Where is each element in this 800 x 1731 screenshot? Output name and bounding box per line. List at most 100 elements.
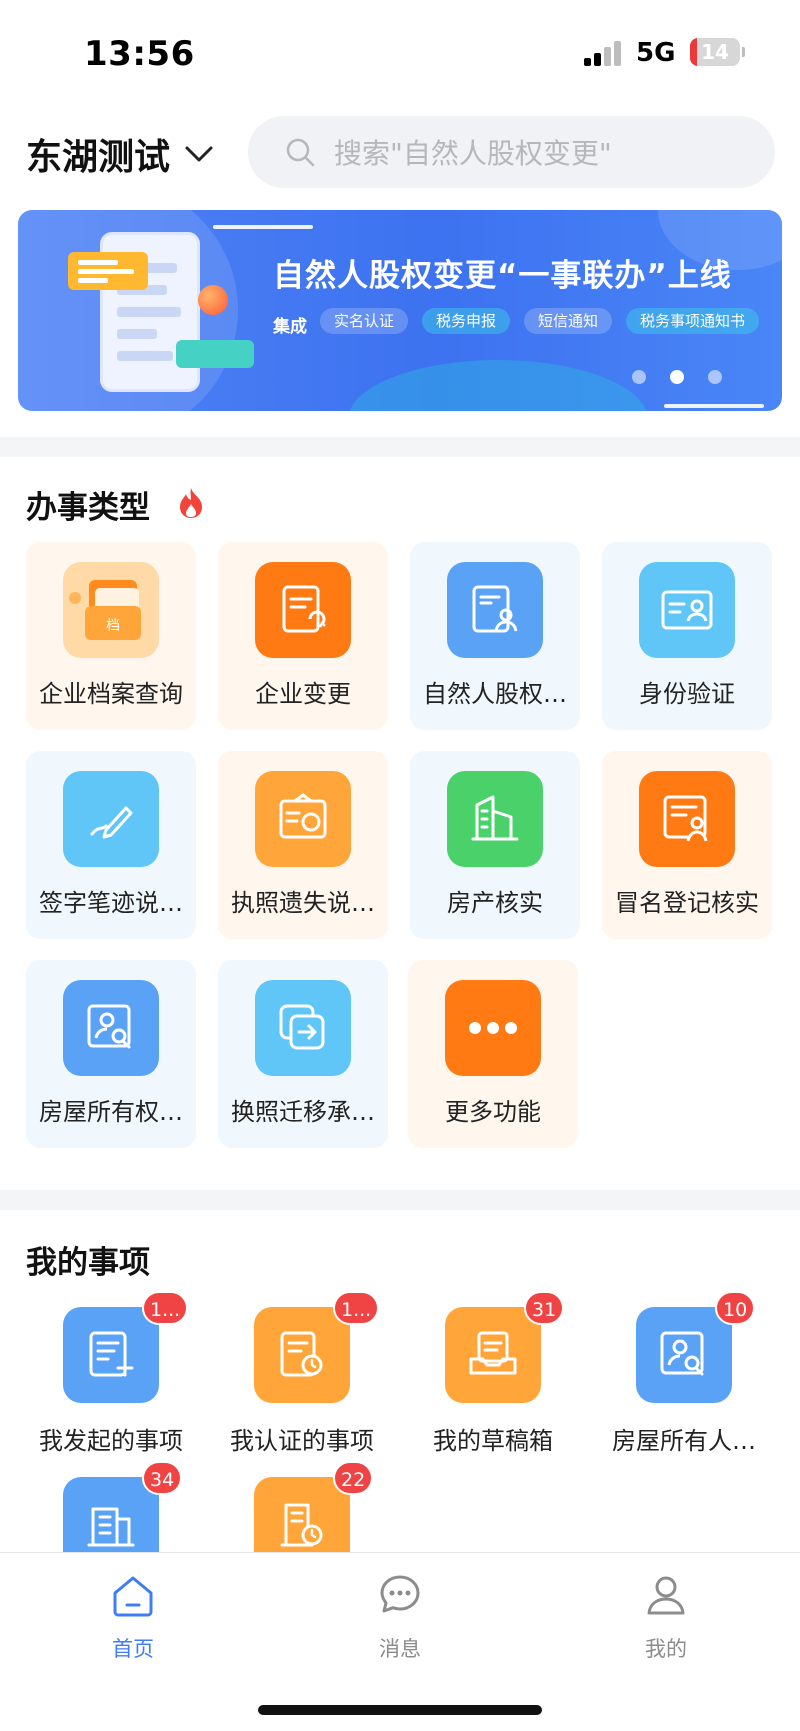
count-badge: 1... — [333, 1291, 380, 1325]
tab-label: 我的 — [645, 1637, 687, 1661]
document-add-icon — [63, 1307, 159, 1403]
my-item-initiated[interactable]: 1... 我发起的事项 — [16, 1291, 206, 1457]
count-badge: 31 — [524, 1291, 565, 1325]
tab-home[interactable]: 首页 — [63, 1571, 203, 1663]
more-functions-tile[interactable]: 更多功能 — [408, 960, 578, 1148]
carousel-dot-active[interactable] — [670, 370, 684, 384]
message-icon — [380, 1575, 420, 1613]
service-label: 身份验证 — [639, 680, 735, 708]
signature-pen-icon — [63, 771, 159, 867]
search-placeholder: 搜索"自然人股权变更" — [334, 137, 612, 170]
person-search-icon — [636, 1307, 732, 1403]
list-card-illustration — [68, 252, 148, 290]
carousel-dot[interactable] — [632, 370, 646, 384]
banner-prefix: 集成 — [273, 317, 307, 337]
tab-label: 首页 — [112, 1637, 154, 1661]
promo-banner[interactable]: 自然人股权变更“一事联办”上线 集成 实名认证 税务申报 短信通知 税务事项通知… — [18, 210, 782, 411]
service-label: 房屋所有权… — [39, 1098, 183, 1126]
service-tile[interactable]: 换照迁移承… — [218, 960, 388, 1148]
service-label: 自然人股权… — [423, 680, 567, 708]
my-item-label: 我发起的事项 — [39, 1427, 183, 1455]
home-indicator — [258, 1705, 542, 1715]
fire-icon — [180, 488, 202, 518]
license-stamp-icon — [255, 771, 351, 867]
document-refresh-icon — [255, 562, 351, 658]
status-time: 13:56 — [84, 34, 195, 74]
my-item-label: 房屋所有人… — [612, 1427, 756, 1455]
service-label: 更多功能 — [445, 1098, 541, 1126]
banner-tag: 税务事项通知书 — [626, 308, 760, 334]
count-badge: 1... — [142, 1291, 189, 1325]
service-label: 执照遗失说… — [231, 889, 375, 917]
document-person-icon — [447, 562, 543, 658]
chevron-down-icon — [185, 146, 213, 162]
service-tile[interactable]: 企业变更 — [218, 542, 388, 730]
section-divider — [0, 1190, 800, 1210]
service-tile[interactable]: 身份验证 — [602, 542, 772, 730]
battery-level: 14 — [701, 40, 729, 64]
search-bar[interactable]: 搜索"自然人股权变更" — [248, 116, 775, 188]
city-selector[interactable]: 东湖测试 — [26, 128, 214, 180]
banner-tags: 实名认证 税务申报 短信通知 税务事项通知书 — [320, 308, 773, 334]
id-card-icon — [639, 562, 735, 658]
service-tile[interactable]: 档 企业档案查询 — [26, 542, 196, 730]
banner-decoration — [348, 360, 648, 411]
banner-title: 自然人股权变更“一事联办”上线 — [273, 258, 732, 294]
banner-tag: 实名认证 — [320, 308, 409, 334]
building-icon — [447, 771, 543, 867]
service-tile[interactable]: 执照遗失说… — [218, 751, 388, 939]
my-item-label: 我认证的事项 — [230, 1427, 374, 1455]
service-tile[interactable]: 冒名登记核实 — [602, 751, 772, 939]
my-item-house-owner[interactable]: 10 房屋所有人… — [589, 1291, 779, 1457]
my-item-certified[interactable]: 1... 我认证的事项 — [207, 1291, 397, 1457]
service-tile[interactable]: 房产核实 — [410, 751, 580, 939]
section-title-services: 办事类型 — [26, 490, 150, 526]
archive-icon: 档 — [63, 562, 159, 658]
service-label: 企业档案查询 — [39, 680, 183, 708]
service-tile[interactable]: 自然人股权… — [410, 542, 580, 730]
battery-icon: 14 — [690, 38, 740, 66]
service-tile[interactable]: 签字笔迹说… — [26, 751, 196, 939]
svg-text:档: 档 — [106, 618, 120, 634]
status-bar: 13:56 5G 14 — [0, 0, 800, 100]
service-label: 冒名登记核实 — [615, 889, 759, 917]
service-label: 企业变更 — [255, 680, 351, 708]
toggle-card-illustration — [176, 340, 254, 368]
section-divider — [0, 437, 800, 457]
more-dots-icon — [445, 980, 541, 1076]
count-badge: 10 — [715, 1291, 756, 1325]
carousel-dots — [632, 370, 746, 384]
orb-illustration — [198, 285, 228, 315]
count-badge: 34 — [142, 1461, 183, 1495]
my-item-label: 我的草稿箱 — [433, 1427, 553, 1455]
tab-label: 消息 — [379, 1637, 421, 1661]
tab-messages[interactable]: 消息 — [330, 1571, 470, 1663]
person-search-icon — [63, 980, 159, 1076]
section-title-my-items: 我的事项 — [26, 1245, 150, 1281]
service-label: 换照迁移承… — [231, 1098, 375, 1126]
home-screen: 13:56 5G 14 东湖测试 搜索"自然人股权变更" 自然人股权变更“一事联… — [0, 0, 800, 1731]
document-person-icon — [639, 771, 735, 867]
carousel-dot[interactable] — [708, 370, 722, 384]
banner-tag: 短信通知 — [524, 308, 613, 334]
inbox-tray-icon — [445, 1307, 541, 1403]
city-name: 东湖测试 — [26, 137, 171, 178]
header: 东湖测试 搜索"自然人股权变更" — [0, 110, 800, 202]
tab-profile[interactable]: 我的 — [596, 1571, 736, 1663]
count-badge: 22 — [333, 1461, 374, 1495]
document-clock-icon — [254, 1307, 350, 1403]
service-tile[interactable]: 房屋所有权… — [26, 960, 196, 1148]
home-icon — [113, 1576, 153, 1617]
user-icon — [647, 1576, 685, 1615]
my-item-drafts[interactable]: 31 我的草稿箱 — [398, 1291, 588, 1457]
cellular-signal-icon — [584, 40, 624, 66]
transfer-icon — [255, 980, 351, 1076]
banner-tag: 税务申报 — [422, 308, 511, 334]
banner-decoration-line — [664, 404, 764, 408]
banner-decoration-line — [213, 225, 313, 229]
search-icon — [286, 138, 315, 167]
service-label: 签字笔迹说… — [39, 889, 183, 917]
battery-tip — [742, 47, 745, 57]
service-label: 房产核实 — [447, 889, 543, 917]
network-type: 5G — [636, 38, 676, 68]
